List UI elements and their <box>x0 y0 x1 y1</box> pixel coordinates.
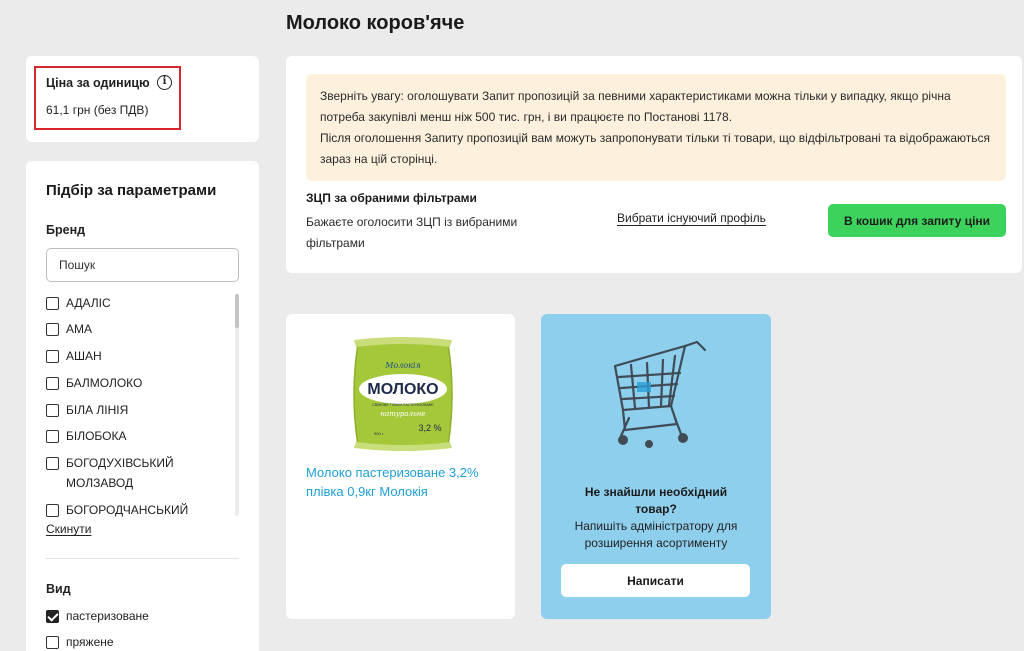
brand-option[interactable]: БОГОРОДЧАНСЬКИЙ <box>46 502 188 517</box>
page-title: Молоко коров'яче <box>286 12 465 34</box>
zcp-title: ЗЦП за обраними фільтрами <box>306 191 477 205</box>
reset-link[interactable]: Скинути <box>46 522 91 536</box>
divider <box>46 558 239 559</box>
kind-label: Вид <box>46 582 71 596</box>
choose-profile-link[interactable]: Вибрати існуючий профіль <box>617 211 766 225</box>
price-value: 61,1 грн (без ПДВ) <box>46 103 149 117</box>
product-image[interactable]: Молокія МОЛОКО СВІЖОВЕ ТІЛЬКИ ПАСТЕРИЗОВ… <box>344 334 462 454</box>
brand-search-input[interactable] <box>46 248 239 282</box>
package-variant: натуральне <box>380 410 425 418</box>
brand-option-label: БОГОДУХІВСЬКИЙ МОЛЗАВОД <box>66 456 174 490</box>
package-subtitle: СВІЖОВЕ ТІЛЬКИ ПАСТЕРИЗОВАНЕ <box>372 403 434 407</box>
checkbox[interactable] <box>46 350 59 363</box>
checkbox[interactable] <box>46 404 59 417</box>
package-weight: 900 г <box>374 431 384 436</box>
package-product: МОЛОКО <box>367 381 438 398</box>
not-found-title: Не знайшли необхідний товар? <box>584 485 728 516</box>
brand-label: Бренд <box>46 223 86 237</box>
checkbox-checked[interactable] <box>46 610 59 623</box>
checkbox[interactable] <box>46 297 59 310</box>
filters-panel: Підбір за параметрами Бренд АДАЛІС АМА А… <box>26 161 259 651</box>
zcp-description: Бажаєте оголосити ЗЦП із вибраними фільт… <box>306 215 518 250</box>
checkbox[interactable] <box>46 504 59 517</box>
brand-option-label: АШАН <box>66 349 102 363</box>
notice-paragraph: Зверніть увагу: оголошувати Запит пропоз… <box>320 89 951 124</box>
brand-option[interactable]: АШАН <box>46 348 102 365</box>
checkbox[interactable] <box>46 430 59 443</box>
brand-option[interactable]: АДАЛІС <box>46 295 111 312</box>
shopping-cart-icon <box>613 340 707 448</box>
brand-option[interactable]: БІЛА ЛІНІЯ <box>46 402 128 419</box>
checkbox[interactable] <box>46 457 59 470</box>
info-icon[interactable]: i <box>157 75 172 90</box>
brand-list-scrollbar[interactable] <box>235 294 239 516</box>
not-found-text: Напишіть адміністратору для розширення а… <box>574 519 738 550</box>
brand-option[interactable]: БІЛОБОКА <box>46 428 127 445</box>
brand-option[interactable]: БОГОДУХІВСЬКИЙ МОЛЗАВОД <box>46 455 196 493</box>
checkbox[interactable] <box>46 636 59 649</box>
brand-option-label: АДАЛІС <box>66 296 111 310</box>
brand-option-label: БІЛА ЛІНІЯ <box>66 403 129 417</box>
scrollbar-thumb[interactable] <box>235 294 239 328</box>
notice-box: Зверніть увагу: оголошувати Запит пропоз… <box>306 74 1006 181</box>
add-to-price-request-button[interactable]: В кошик для запиту ціни <box>828 204 1006 237</box>
brand-option-label: БІЛОБОКА <box>66 429 127 443</box>
notice-card: Зверніть увагу: оголошувати Запит пропоз… <box>286 56 1022 273</box>
filters-title: Підбір за параметрами <box>46 182 217 199</box>
brand-option-label: БАЛМОЛОКО <box>66 376 143 390</box>
brand-option-label: БОГОРОДЧАНСЬКИЙ <box>66 503 189 517</box>
checkbox[interactable] <box>46 323 59 336</box>
write-button[interactable]: Написати <box>561 564 750 597</box>
kind-option-label: пастеризоване <box>66 609 149 623</box>
product-card[interactable]: Молокія МОЛОКО СВІЖОВЕ ТІЛЬКИ ПАСТЕРИЗОВ… <box>286 314 515 619</box>
kind-option[interactable]: пастеризоване <box>46 608 149 625</box>
product-name-link[interactable]: Молоко пастеризоване 3,2% плівка 0,9кг М… <box>306 463 506 501</box>
brand-option[interactable]: БАЛМОЛОКО <box>46 375 142 392</box>
price-card: Ціна за одиницю i 61,1 грн (без ПДВ) <box>26 56 259 142</box>
notice-paragraph: Після оголошення Запиту пропозицій вам м… <box>320 131 991 166</box>
kind-option-label: пряжене <box>66 635 114 649</box>
package-brand: Молокія <box>384 361 421 370</box>
price-label: Ціна за одиницю <box>46 76 150 90</box>
brand-list: АДАЛІС АМА АШАН БАЛМОЛОКО БІЛА ЛІНІЯ БІЛ… <box>46 291 236 517</box>
brand-option-label: АМА <box>66 322 93 336</box>
kind-option[interactable]: пряжене <box>46 634 114 651</box>
not-found-card: Не знайшли необхідний товар? Напишіть ад… <box>541 314 771 619</box>
checkbox[interactable] <box>46 377 59 390</box>
package-fat: 3,2 % <box>418 423 441 433</box>
brand-option[interactable]: АМА <box>46 321 92 338</box>
